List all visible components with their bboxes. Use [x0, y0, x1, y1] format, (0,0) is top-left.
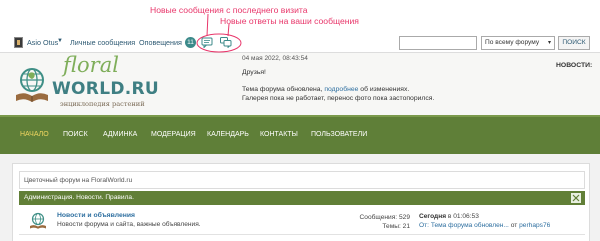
forum-globe-icon	[30, 212, 46, 229]
nav-members[interactable]: Пользователи	[311, 131, 367, 138]
notice-greeting: Друзья!	[242, 69, 266, 76]
notice-text: об изменениях.	[360, 86, 410, 93]
last-post-day: Сегодня	[419, 213, 447, 220]
site-logo[interactable]: floral WORLD.RU энциклопедия растений	[14, 53, 159, 114]
last-post-topic-link[interactable]: Тема форума обновлен...	[431, 222, 509, 229]
current-date: 04 мая 2022, 08:43:54	[242, 55, 308, 62]
globe-book-icon	[16, 68, 48, 102]
nav-home[interactable]: Начало	[20, 131, 49, 138]
nav-moderation[interactable]: Модерация	[151, 131, 196, 138]
details-link[interactable]: подробнее	[324, 86, 358, 93]
posts-count: 529	[398, 214, 410, 221]
logo-floral-text: floral	[63, 53, 119, 77]
notice-line-1: Тема форума обновлена, подробнее об изме…	[242, 86, 409, 93]
topics-label: Темы:	[382, 222, 401, 230]
category-header: Администрация. Новости. Правила.	[19, 191, 585, 205]
notice-text: Тема форума обновлена,	[242, 86, 323, 93]
logo-world-text: WORLD.RU	[52, 79, 159, 99]
site-header: floral WORLD.RU энциклопедия растений 04…	[0, 53, 600, 115]
forum-title-link[interactable]: Новости и объявления	[57, 212, 135, 219]
forum-description: Новости форума и сайта, важные объявлени…	[57, 221, 201, 228]
nav-calendar[interactable]: Календарь	[207, 131, 249, 138]
last-post-from: От:	[419, 222, 429, 229]
last-post-by: от	[510, 222, 518, 229]
board-index: Цветочный форум на FloralWorld.ru Админи…	[12, 163, 590, 241]
nav-contacts[interactable]: Контакты	[260, 131, 298, 138]
notice-line-2: Галерея пока не работает, перенос фото п…	[242, 95, 435, 102]
news-label: НОВОСТИ:	[556, 62, 593, 69]
forum-row: Новости и объявления Новости форума и са…	[19, 205, 585, 235]
main-nav: Начало Поиск Админка Модерация Календарь…	[0, 115, 600, 154]
annotation-marks	[196, 13, 242, 53]
breadcrumb-link[interactable]: Цветочный форум на FloralWorld.ru	[24, 177, 132, 184]
topics-count: 21	[402, 222, 410, 230]
nav-search[interactable]: Поиск	[63, 131, 88, 138]
nav-admin[interactable]: Админка	[103, 131, 137, 138]
last-post-time: в 01:06:53	[447, 213, 479, 220]
logo-subtitle: энциклопедия растений	[60, 100, 145, 108]
category-title[interactable]: Администрация. Новости. Правила.	[24, 194, 134, 201]
last-post: Сегодня в 01:06:53 От: Тема форума обнов…	[419, 212, 550, 230]
collapse-icon[interactable]	[571, 193, 581, 203]
posts-label: Сообщения:	[359, 214, 398, 221]
breadcrumb: Цветочный форум на FloralWorld.ru	[19, 171, 585, 189]
last-post-user-link[interactable]: perhaps76	[519, 222, 550, 229]
forum-stats: Сообщения: 529 Темы: 21	[340, 214, 410, 231]
